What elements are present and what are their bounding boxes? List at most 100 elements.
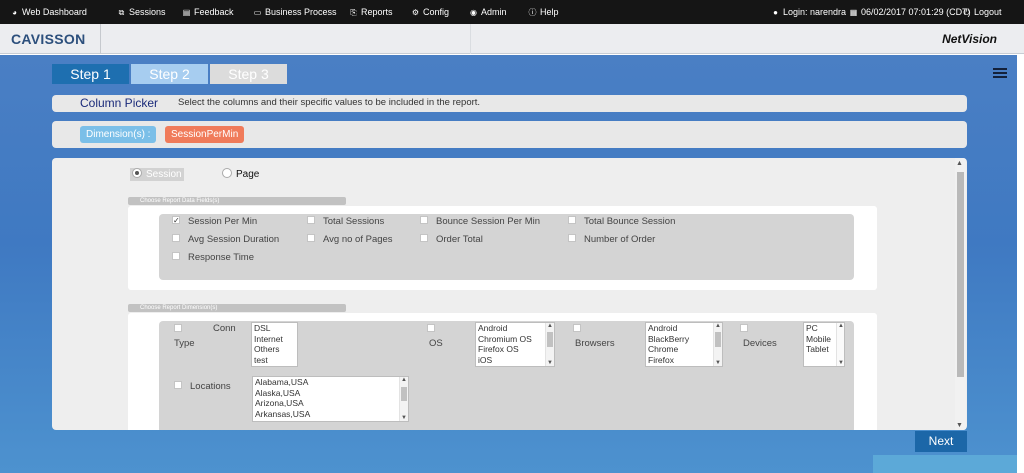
checkbox-number-of-order[interactable]: Number of Order (568, 234, 655, 246)
footer-strip (873, 455, 1017, 473)
checkbox-icon (740, 324, 748, 333)
nav-config[interactable]: ⚙ Config (411, 0, 449, 24)
checkbox-label: Order Total (436, 234, 483, 245)
listbox-scrollbar[interactable]: ▲ ▼ (545, 323, 554, 366)
nav-sessions[interactable]: ⧉ Sessions (117, 0, 166, 24)
checkbox-avg-no-of-pages[interactable]: Avg no of Pages (307, 234, 393, 246)
list-option[interactable]: Chrome (646, 344, 722, 355)
radio-selected-icon (132, 168, 142, 179)
step-1-tab[interactable]: Step 1 (52, 64, 129, 84)
conn-label: Conn (213, 323, 236, 334)
data-fields-panel: ✓ Session Per Min Total Sessions Bounce S… (159, 214, 854, 280)
data-fields-header: Choose Report Data Fields(s) (128, 197, 346, 205)
checkbox-locations[interactable]: Locations (174, 381, 231, 393)
checkbox-bounce-session-per-min[interactable]: Bounce Session Per Min (420, 216, 540, 228)
locations-listbox[interactable]: Alabama,USA Alaska,USA Arizona,USA Arkan… (252, 376, 409, 422)
checkbox-icon (420, 216, 428, 225)
checkbox-icon (307, 234, 315, 243)
checkbox-os[interactable] (427, 324, 443, 336)
browsers-listbox[interactable]: Android BlackBerry Chrome Firefox ▲ ▼ (645, 322, 723, 367)
reports-icon: ⎘ (350, 8, 357, 17)
checkbox-order-total[interactable]: Order Total (420, 234, 483, 246)
checkbox-response-time[interactable]: Response Time (172, 252, 254, 264)
checkbox-browsers[interactable] (573, 324, 589, 336)
checkbox-avg-session-duration[interactable]: Avg Session Duration (172, 234, 279, 246)
scroll-thumb[interactable] (957, 172, 964, 377)
type-label: Type (174, 338, 195, 349)
list-option[interactable]: Internet (252, 334, 297, 345)
listbox-scrollbar[interactable]: ▲ ▼ (399, 377, 408, 421)
list-option[interactable]: DSL (252, 323, 297, 334)
list-menu-icon[interactable] (993, 68, 1007, 80)
nav-help[interactable]: ⓘ Help (528, 0, 559, 24)
main-area: Step 1 Step 2 Step 3 Column Picker Selec… (0, 55, 1024, 473)
nav-label: Admin (481, 7, 507, 17)
list-option[interactable]: iOS (476, 355, 554, 366)
dimensions-label: Dimension(s) : (80, 126, 157, 143)
list-option[interactable]: Arizona,USA (253, 398, 408, 409)
page-radio[interactable]: Page (222, 168, 259, 181)
checkbox-checked-icon: ✓ (172, 216, 180, 226)
list-option[interactable]: Android (476, 323, 554, 334)
nav-web-dashboard[interactable]: ◕ Web Dashboard (10, 0, 87, 24)
checkbox-label: Session Per Min (188, 216, 258, 227)
checkbox-devices[interactable] (740, 324, 756, 336)
login-text: Login: narendra (783, 7, 847, 17)
listbox-scrollbar[interactable]: ▲ ▼ (836, 323, 844, 366)
dimensions-box: Conn Type DSL Internet Others test OS An… (128, 313, 877, 430)
devices-listbox[interactable]: PC Mobile Tablet ▲ ▼ (803, 322, 845, 367)
logout-button[interactable]: ⏻ Logout (962, 0, 1002, 24)
dimensions-panel: Conn Type DSL Internet Others test OS An… (159, 321, 854, 430)
listbox-scrollbar[interactable]: ▲ ▼ (713, 323, 722, 366)
selected-dimensions-bar: Dimension(s) : SessionPerMin (52, 121, 967, 148)
nav-business-process[interactable]: ▭ Business Process (253, 0, 337, 24)
scroll-up-icon[interactable]: ▲ (956, 160, 963, 167)
checkbox-label: Total Bounce Session (584, 216, 676, 227)
dimension-chip[interactable]: SessionPerMin (165, 126, 245, 143)
nav-label: Business Process (265, 7, 337, 17)
config-icon: ⚙ (411, 8, 420, 17)
content-panel: Session Page Choose Report Data Fields(s… (52, 158, 967, 430)
checkbox-session-per-min[interactable]: ✓ Session Per Min (172, 216, 257, 228)
nav-label: Web Dashboard (22, 7, 87, 17)
list-option[interactable]: Others (252, 344, 297, 355)
checkbox-icon (568, 216, 576, 225)
list-option[interactable]: Firefox OS (476, 344, 554, 355)
nav-feedback[interactable]: ▤ Feedback (182, 0, 234, 24)
brand-bar: CAVISSON NetVision (0, 24, 1024, 54)
step-2-tab[interactable]: Step 2 (131, 64, 208, 84)
scroll-down-icon[interactable]: ▼ (956, 422, 963, 429)
checkbox-conn-type[interactable] (174, 324, 190, 336)
datetime-info: ▦ 06/02/2017 07:01:29 (CDT) (849, 0, 971, 24)
list-option[interactable]: test (252, 355, 297, 366)
list-option[interactable]: Arkansas,USA (253, 409, 408, 420)
calendar-icon: ▦ (849, 8, 858, 17)
session-radio[interactable]: Session (130, 168, 184, 181)
os-listbox[interactable]: Android Chromium OS Firefox OS iOS ▲ ▼ (475, 322, 555, 367)
list-option[interactable]: Firefox (646, 355, 722, 366)
checkbox-label: Response Time (188, 252, 255, 263)
list-option[interactable]: Alaska,USA (253, 388, 408, 399)
list-option[interactable]: Android (646, 323, 722, 334)
nav-admin[interactable]: ◉ Admin (469, 0, 507, 24)
column-picker-title: Column Picker (80, 96, 159, 110)
checkbox-icon (307, 216, 315, 225)
nav-label: Feedback (194, 7, 234, 17)
dashboard-icon: ◕ (12, 8, 17, 17)
checkbox-total-sessions[interactable]: Total Sessions (307, 216, 384, 228)
column-picker-header: Column Picker Select the columns and the… (52, 95, 967, 112)
step-3-tab[interactable]: Step 3 (210, 64, 287, 84)
radio-label: Session (146, 169, 182, 180)
list-option[interactable]: BlackBerry (646, 334, 722, 345)
panel-scrollbar[interactable]: ▲ ▼ (955, 158, 966, 430)
conn-type-listbox[interactable]: DSL Internet Others test (251, 322, 298, 367)
dimensions-header: Choose Report Dimension(s) (128, 304, 346, 312)
checkbox-total-bounce-session[interactable]: Total Bounce Session (568, 216, 675, 228)
list-option[interactable]: Chromium OS (476, 334, 554, 345)
list-option[interactable]: Alabama,USA (253, 377, 408, 388)
next-button[interactable]: Next (915, 431, 967, 452)
logout-label: Logout (974, 7, 1002, 17)
nav-label: Reports (361, 7, 393, 17)
data-fields-box: ✓ Session Per Min Total Sessions Bounce S… (128, 206, 877, 290)
nav-reports[interactable]: ⎘ Reports (349, 0, 393, 24)
